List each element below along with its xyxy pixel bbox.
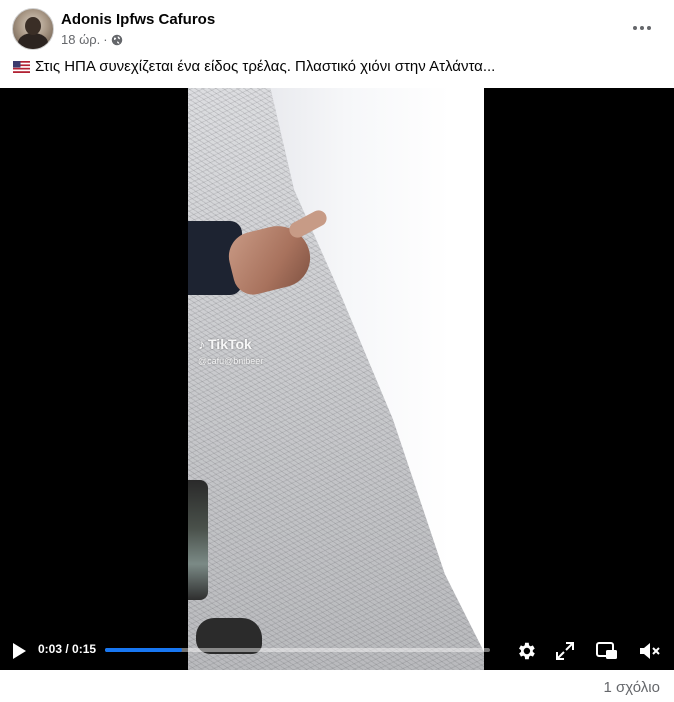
person-edge-image	[188, 480, 208, 600]
avatar[interactable]	[12, 8, 54, 50]
comments-count-link[interactable]: 1 σχόλιο	[604, 679, 660, 696]
play-icon	[13, 643, 26, 659]
video-controls: 0:03 / 0:15	[0, 632, 674, 670]
volume-button[interactable]	[636, 638, 664, 664]
expand-icon	[556, 642, 574, 660]
caption-text: Στις ΗΠΑ συνεχίζεται ένα είδος τρέλας. Π…	[35, 58, 496, 75]
avatar-shoulders	[18, 33, 48, 49]
meta-separator: ·	[103, 32, 108, 47]
us-flag-icon	[13, 60, 30, 73]
tiktok-logo-icon: ♪	[198, 336, 205, 352]
progress-bar[interactable]	[105, 648, 490, 652]
post-caption: Στις ΗΠΑ συνεχίζεται ένα είδος τρέλας. Π…	[13, 58, 663, 75]
tiktok-handle: @cafu@bnibeer	[198, 356, 264, 366]
post-footer: 1 σχόλιο	[0, 670, 674, 702]
video-frame: ♪ TikTok @cafu@bnibeer	[188, 88, 484, 670]
author-name[interactable]: Adonis Ipfws Cafuros	[61, 11, 215, 28]
progress-fill	[105, 648, 182, 652]
more-options-button[interactable]	[626, 12, 658, 44]
play-button[interactable]	[8, 640, 30, 662]
fullscreen-button[interactable]	[552, 638, 578, 664]
post-card: Adonis Ipfws Cafuros 18 ώρ. · Στις ΗΠΑ σ…	[0, 0, 674, 702]
post-header: Adonis Ipfws Cafuros 18 ώρ. ·	[12, 8, 662, 52]
dot-icon	[640, 26, 644, 30]
picture-in-picture-icon	[596, 642, 617, 659]
volume-muted-icon	[640, 643, 660, 659]
post-time[interactable]: 18 ώρ.	[61, 32, 100, 47]
video-time: 0:03 / 0:15	[38, 642, 97, 656]
tiktok-brand: TikTok	[208, 336, 252, 352]
avatar-face	[25, 17, 41, 35]
post-meta: 18 ώρ. ·	[61, 32, 123, 47]
picture-in-picture-button[interactable]	[594, 638, 620, 664]
tiktok-watermark: ♪ TikTok	[198, 336, 252, 352]
dot-icon	[647, 26, 651, 30]
globe-icon[interactable]	[111, 34, 123, 46]
settings-button[interactable]	[513, 638, 539, 664]
dot-icon	[633, 26, 637, 30]
gear-icon	[519, 642, 535, 660]
video-player[interactable]: ♪ TikTok @cafu@bnibeer 0:03 / 0:15	[0, 88, 674, 670]
